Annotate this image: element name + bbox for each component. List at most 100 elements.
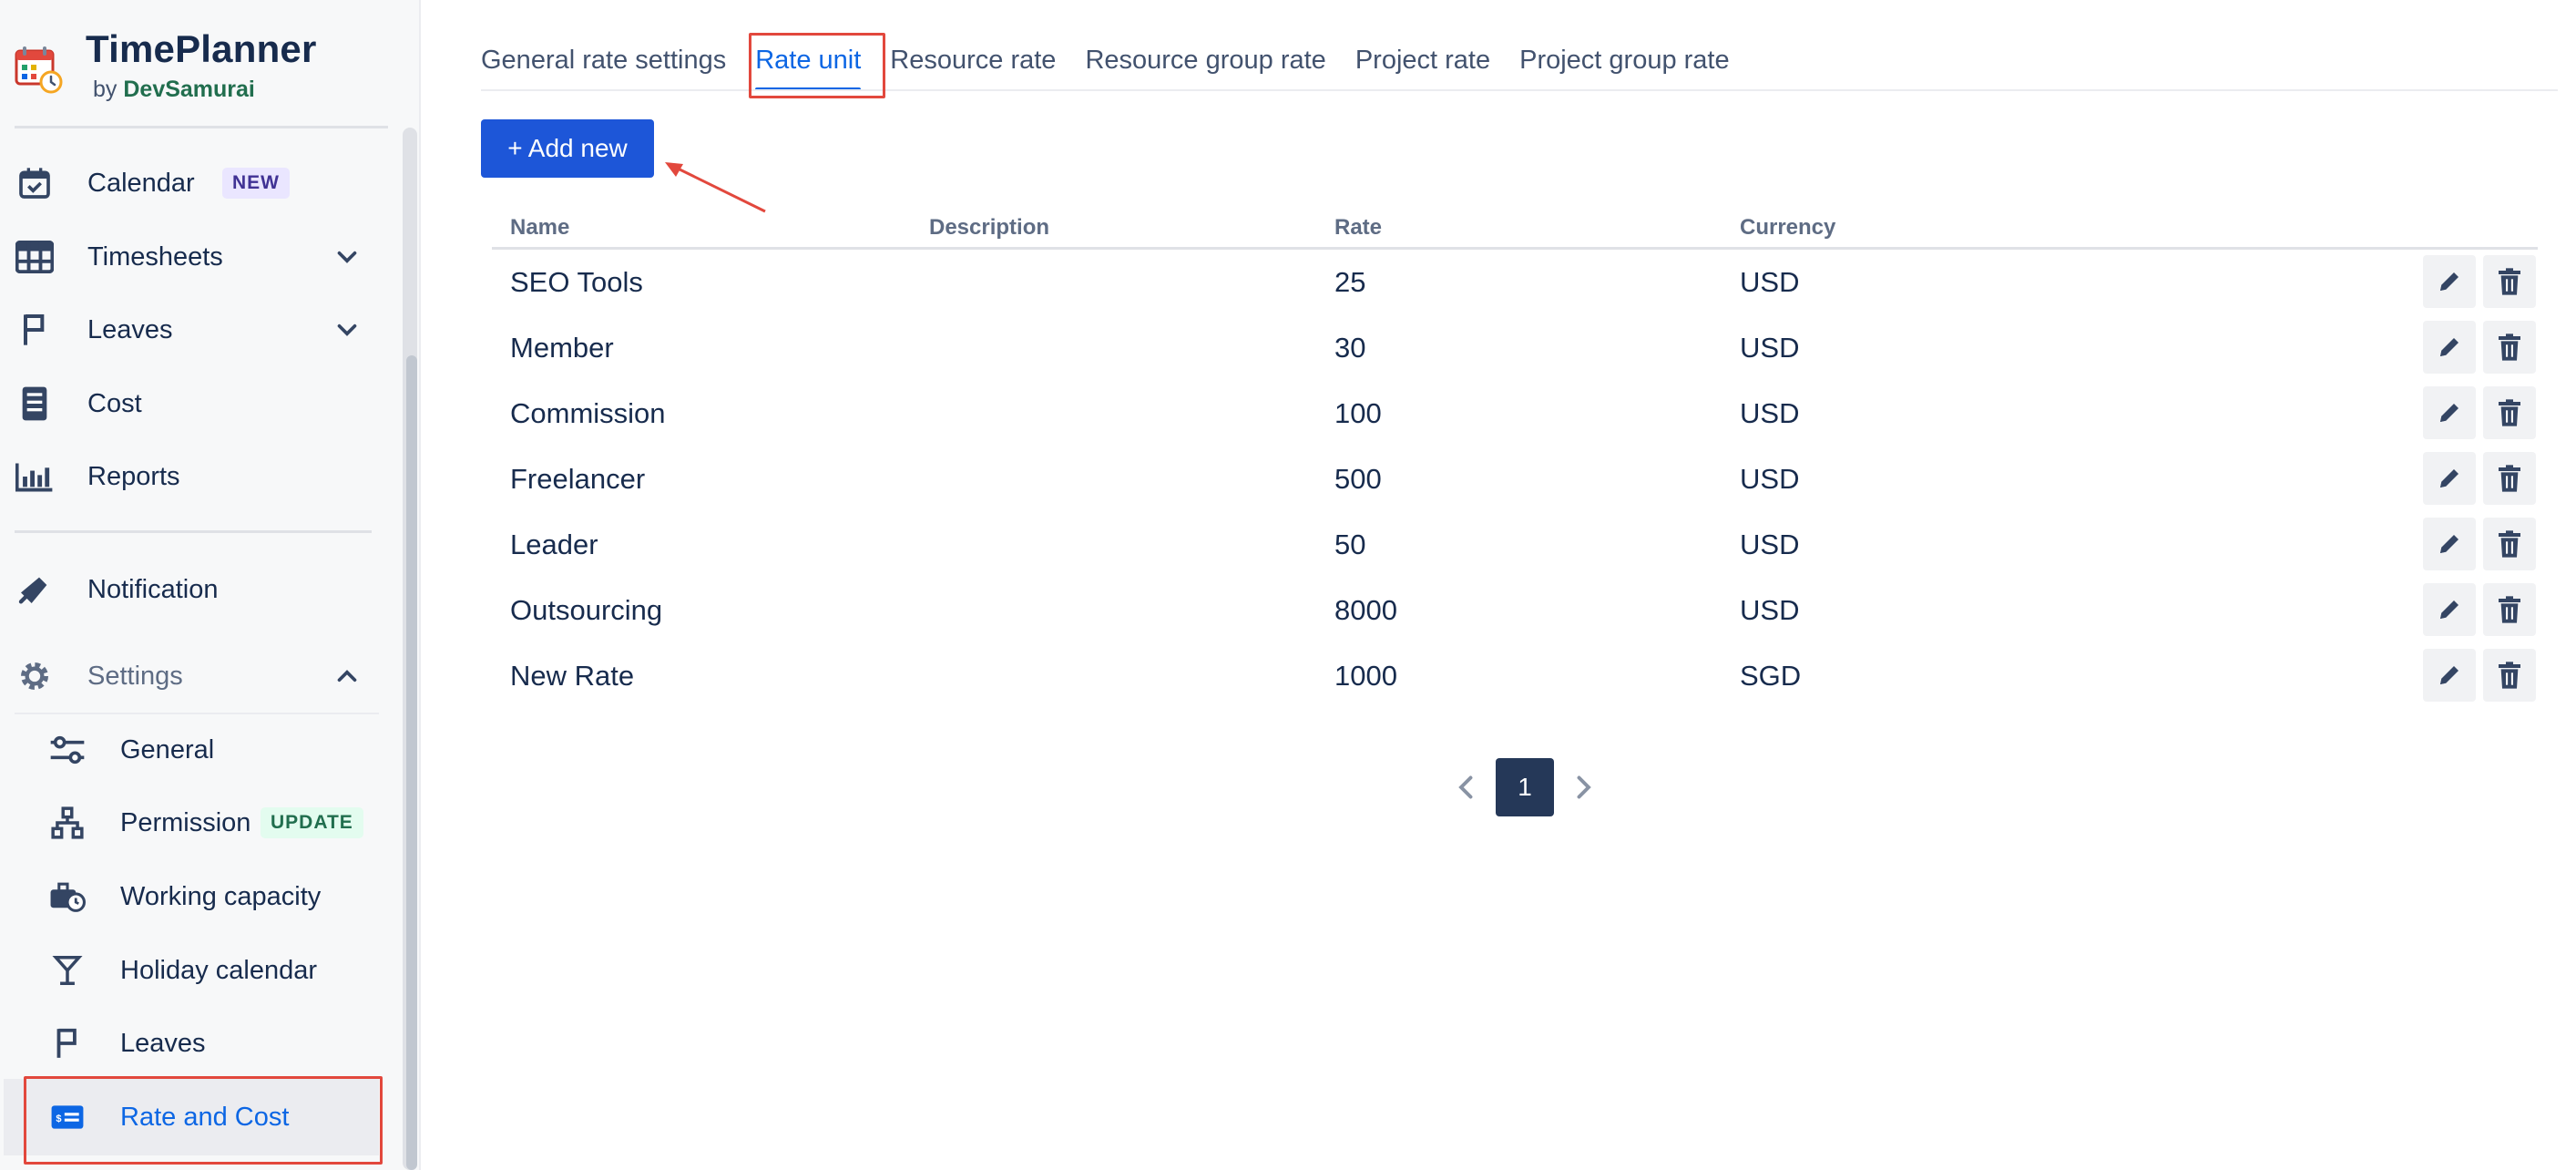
column-header-currency[interactable]: Currency <box>1740 215 1835 241</box>
tab-general-rate-settings[interactable]: General rate settings <box>481 36 741 91</box>
table-row[interactable]: Commission 100 USD <box>492 381 2538 446</box>
app-title: TimePlanner <box>86 27 317 70</box>
trash-icon <box>2499 268 2520 295</box>
settings-item-general[interactable]: General <box>0 718 383 782</box>
cell-name: Outsourcing <box>510 594 663 626</box>
cell-rate: 500 <box>1334 463 1382 495</box>
trash-icon <box>2499 399 2520 426</box>
add-new-button[interactable]: + Add new <box>481 119 654 178</box>
column-header-name[interactable]: Name <box>510 215 569 241</box>
sliders-icon <box>47 730 87 770</box>
sidebar-item-cost[interactable]: Cost <box>0 372 383 436</box>
receipt-icon <box>15 384 55 424</box>
edit-button[interactable] <box>2423 255 2476 308</box>
megaphone-icon <box>15 570 55 610</box>
tab-project-rate[interactable]: Project rate <box>1341 36 1505 91</box>
hierarchy-icon <box>47 803 87 843</box>
cell-currency: USD <box>1740 594 1800 626</box>
delete-button[interactable] <box>2483 649 2536 702</box>
calendar-check-icon <box>15 163 55 203</box>
cocktail-glass-icon <box>47 950 87 990</box>
table-row[interactable]: SEO Tools 25 USD <box>492 250 2538 315</box>
annotation-highlight-rate-and-cost <box>24 1076 383 1165</box>
sidebar-divider-middle <box>15 530 372 533</box>
tab-resource-rate[interactable]: Resource rate <box>875 36 1070 91</box>
timeplanner-logo-icon <box>15 46 63 94</box>
cell-rate: 30 <box>1334 332 1366 364</box>
cell-name: Member <box>510 332 614 364</box>
trash-icon <box>2499 662 2520 689</box>
delete-button[interactable] <box>2483 583 2536 636</box>
flag-icon <box>47 1023 87 1063</box>
chevron-left-icon <box>1458 775 1473 799</box>
edit-button[interactable] <box>2423 649 2476 702</box>
sidebar-item-label: Cost <box>87 388 142 418</box>
settings-item-label: Holiday calendar <box>120 955 318 985</box>
edit-button[interactable] <box>2423 386 2476 439</box>
sidebar-item-reports[interactable]: Reports <box>0 445 383 508</box>
pagination: 1 <box>1448 758 1601 816</box>
settings-item-holiday-calendar[interactable]: Holiday calendar <box>0 939 383 1002</box>
delete-button[interactable] <box>2483 255 2536 308</box>
previous-page-button[interactable] <box>1448 769 1485 806</box>
rate-tabs: General rate settings Rate unit Resource… <box>481 36 1744 91</box>
cell-rate: 8000 <box>1334 594 1397 626</box>
trash-icon <box>2499 334 2520 361</box>
chevron-down-icon[interactable] <box>332 314 363 345</box>
page-button-current[interactable]: 1 <box>1496 758 1554 816</box>
edit-button[interactable] <box>2423 518 2476 570</box>
cell-rate: 1000 <box>1334 660 1397 692</box>
cell-currency: USD <box>1740 397 1800 429</box>
settings-item-leaves[interactable]: Leaves <box>0 1011 383 1075</box>
sidebar-item-calendar[interactable]: Calendar NEW <box>0 151 383 215</box>
sidebar-item-label: Calendar <box>87 168 195 198</box>
flag-icon <box>15 310 55 350</box>
cell-rate: 50 <box>1334 529 1366 560</box>
delete-button[interactable] <box>2483 386 2536 439</box>
settings-item-working-capacity[interactable]: Working capacity <box>0 865 383 929</box>
cell-rate: 100 <box>1334 397 1382 429</box>
delete-button[interactable] <box>2483 518 2536 570</box>
delete-button[interactable] <box>2483 321 2536 374</box>
trash-icon <box>2499 530 2520 558</box>
edit-button[interactable] <box>2423 452 2476 505</box>
sidebar-item-label: Timesheets <box>87 241 223 272</box>
sidebar-item-leaves[interactable]: Leaves <box>0 298 383 362</box>
table-row[interactable]: New Rate 1000 SGD <box>492 643 2538 709</box>
pencil-icon <box>2440 535 2458 553</box>
pencil-icon <box>2440 338 2458 356</box>
update-badge: UPDATE <box>261 807 363 838</box>
sidebar-item-label: Reports <box>87 461 180 491</box>
settings-item-label: Working capacity <box>120 881 322 911</box>
table-row[interactable]: Outsourcing 8000 USD <box>492 578 2538 643</box>
next-page-button[interactable] <box>1565 769 1601 806</box>
delete-button[interactable] <box>2483 452 2536 505</box>
table-row[interactable]: Leader 50 USD <box>492 512 2538 578</box>
pencil-icon <box>2440 469 2458 488</box>
tab-resource-group-rate[interactable]: Resource group rate <box>1070 36 1340 91</box>
sidebar-item-notification[interactable]: Notification <box>0 558 383 621</box>
new-badge: NEW <box>222 168 290 199</box>
settings-item-permission[interactable]: Permission UPDATE <box>0 791 383 855</box>
pencil-icon <box>2440 666 2458 684</box>
cell-currency: USD <box>1740 266 1800 298</box>
table-row[interactable]: Member 30 USD <box>492 315 2538 381</box>
sidebar-item-label: Notification <box>87 574 219 604</box>
rate-unit-table: Name Description Rate Currency SEO Tools… <box>492 206 2538 709</box>
sidebar: TimePlanner by DevSamurai Calendar NEW T… <box>0 0 421 1170</box>
edit-button[interactable] <box>2423 583 2476 636</box>
cell-name: Commission <box>510 397 666 429</box>
column-header-rate[interactable]: Rate <box>1334 215 1382 241</box>
column-header-description[interactable]: Description <box>929 215 1049 241</box>
chevron-up-icon[interactable] <box>332 661 363 692</box>
sidebar-item-settings[interactable]: Settings <box>0 644 383 708</box>
chevron-down-icon[interactable] <box>332 241 363 272</box>
app-logo[interactable]: TimePlanner by DevSamurai <box>13 27 317 103</box>
sidebar-item-timesheets[interactable]: Timesheets <box>0 225 383 289</box>
tab-project-group-rate[interactable]: Project group rate <box>1505 36 1744 91</box>
by-prefix: by <box>93 77 118 102</box>
edit-button[interactable] <box>2423 321 2476 374</box>
table-row[interactable]: Freelancer 500 USD <box>492 446 2538 512</box>
table-body: SEO Tools 25 USD Member 30 USD Commission 100 US… <box>492 250 2538 709</box>
sidebar-scrollbar-thumb[interactable] <box>406 355 417 1170</box>
